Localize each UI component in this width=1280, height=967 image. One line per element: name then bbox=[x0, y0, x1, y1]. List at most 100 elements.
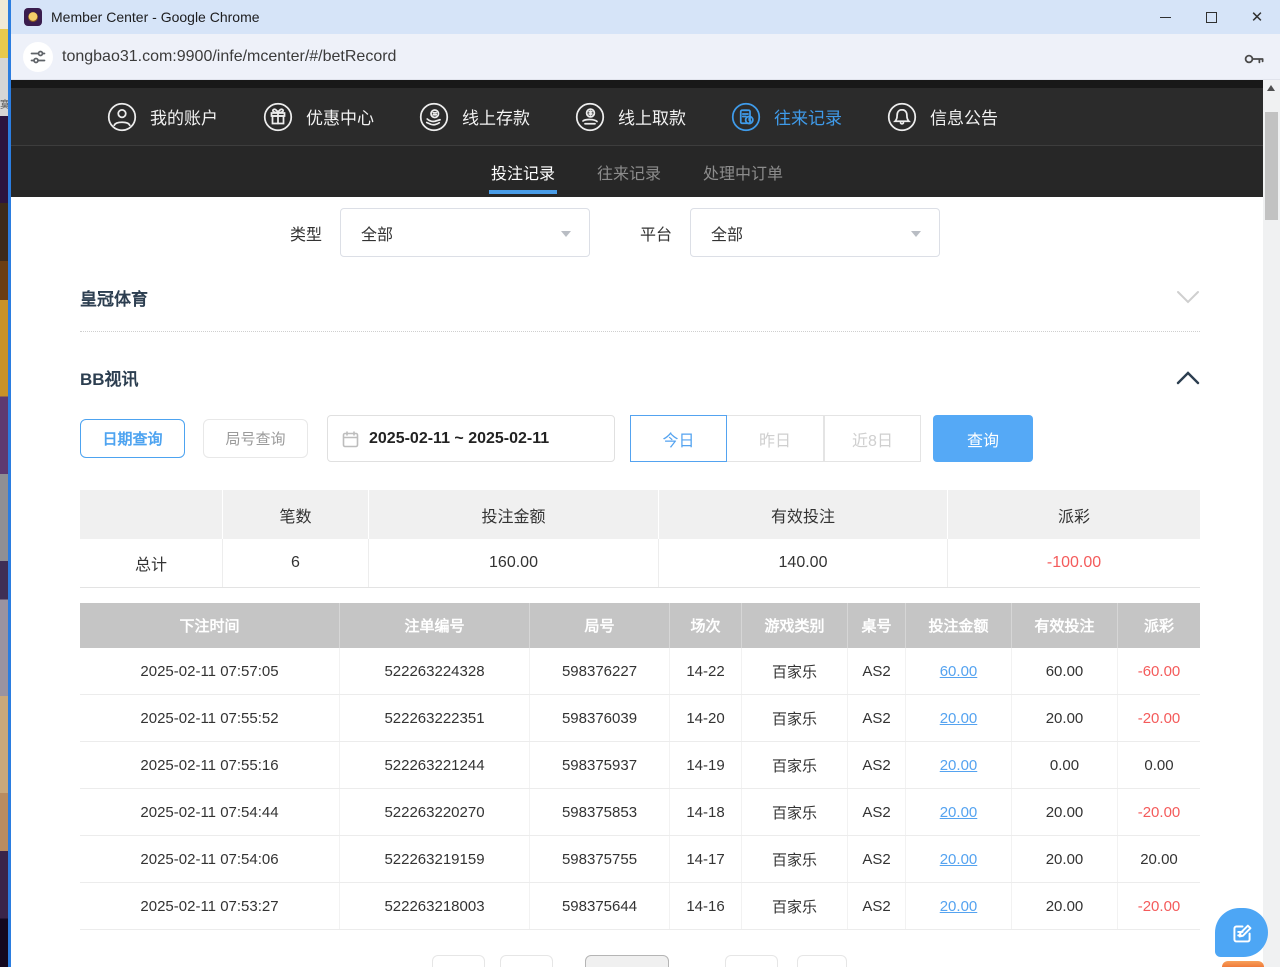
tab-bet-records[interactable]: 投注记录 bbox=[489, 146, 557, 198]
cell-game-type: 百家乐 bbox=[742, 836, 848, 882]
table-row: 2025-02-11 07:55:16 522263221244 5983759… bbox=[80, 742, 1200, 789]
site-settings-button[interactable] bbox=[23, 42, 53, 72]
bet-amount-link[interactable]: 20.00 bbox=[940, 757, 978, 774]
summary-header-cell: 派彩 bbox=[948, 490, 1200, 539]
cell-session: 14-20 bbox=[670, 695, 742, 741]
cell-bet-no: 522263220270 bbox=[340, 789, 530, 835]
cell-round-no: 598375755 bbox=[530, 836, 670, 882]
scroll-up-arrow-icon[interactable] bbox=[1267, 85, 1275, 91]
records-icon bbox=[730, 101, 762, 133]
table-header-row: 下注时间 注单编号 局号 场次 游戏类别 桌号 投注金额 有效投注 派彩 bbox=[80, 603, 1200, 648]
type-filter-label: 类型 bbox=[290, 221, 322, 245]
cell-round-no: 598376227 bbox=[530, 648, 670, 694]
calendar-icon bbox=[342, 430, 359, 448]
date-range-value: 2025-02-11 ~ 2025-02-11 bbox=[369, 430, 549, 448]
bet-amount-link[interactable]: 20.00 bbox=[940, 851, 978, 868]
tab-label: 投注记录 bbox=[491, 160, 555, 184]
content: 类型 全部 平台 全部 皇冠体育 bbox=[11, 197, 1263, 967]
main-nav: 我的账户 优惠中心 bbox=[11, 88, 1263, 145]
cell-session: 14-18 bbox=[670, 789, 742, 835]
url-text[interactable]: tongbao31.com:9900/infe/mcenter/#/betRec… bbox=[62, 48, 396, 66]
cell-game-type: 百家乐 bbox=[742, 883, 848, 929]
type-select[interactable]: 全部 bbox=[340, 208, 590, 257]
bet-amount-link[interactable]: 20.00 bbox=[940, 898, 978, 915]
scrollbar[interactable] bbox=[1263, 80, 1280, 967]
minimize-icon bbox=[1160, 17, 1171, 18]
page-top-strip bbox=[11, 80, 1263, 88]
round-query-button[interactable]: 局号查询 bbox=[203, 419, 308, 458]
header-cell: 注单编号 bbox=[340, 603, 530, 648]
tab-label: 往来记录 bbox=[597, 160, 661, 184]
cell-session: 14-19 bbox=[670, 742, 742, 788]
cell-bet-time: 2025-02-11 07:54:06 bbox=[80, 836, 340, 882]
close-button[interactable]: ✕ bbox=[1234, 0, 1280, 34]
maximize-icon bbox=[1206, 12, 1217, 23]
chevron-down-icon bbox=[911, 231, 921, 237]
cell-payout: -60.00 bbox=[1118, 648, 1200, 694]
nav-item-announcements[interactable]: 信息公告 bbox=[886, 101, 998, 133]
user-icon bbox=[106, 101, 138, 133]
promo-button-partial[interactable] bbox=[1222, 961, 1264, 967]
cell-valid-bet: 20.00 bbox=[1012, 836, 1118, 882]
header-cell: 下注时间 bbox=[80, 603, 340, 648]
cell-payout: -20.00 bbox=[1118, 695, 1200, 741]
bet-amount-link[interactable]: 20.00 bbox=[940, 710, 978, 727]
today-button[interactable]: 今日 bbox=[630, 415, 727, 462]
cell-bet-time: 2025-02-11 07:54:44 bbox=[80, 789, 340, 835]
header-cell: 游戏类别 bbox=[742, 603, 848, 648]
section-title: 皇冠体育 bbox=[80, 285, 148, 310]
scrollbar-thumb[interactable] bbox=[1265, 112, 1278, 220]
header-cell: 场次 bbox=[670, 603, 742, 648]
nav-item-records[interactable]: 往来记录 bbox=[730, 101, 842, 133]
cell-bet-time: 2025-02-11 07:57:05 bbox=[80, 648, 340, 694]
cell-table-no: AS2 bbox=[848, 648, 906, 694]
close-icon: ✕ bbox=[1251, 10, 1264, 25]
maximize-button[interactable] bbox=[1188, 0, 1234, 34]
platform-select[interactable]: 全部 bbox=[690, 208, 940, 257]
pagination-button[interactable] bbox=[797, 955, 847, 967]
tune-icon bbox=[29, 48, 47, 66]
password-key-icon[interactable] bbox=[1242, 46, 1266, 68]
pagination-button[interactable] bbox=[432, 955, 485, 967]
nav-item-promotions[interactable]: 优惠中心 bbox=[262, 101, 374, 133]
nav-item-label: 线上存款 bbox=[462, 104, 530, 129]
nav-item-my-account[interactable]: 我的账户 bbox=[106, 101, 218, 133]
last-8-days-button[interactable]: 近8日 bbox=[824, 415, 921, 462]
bet-amount-link[interactable]: 20.00 bbox=[940, 804, 978, 821]
chevron-down-icon bbox=[1176, 290, 1200, 305]
date-range-picker[interactable]: 2025-02-11 ~ 2025-02-11 bbox=[327, 415, 615, 462]
cell-valid-bet: 0.00 bbox=[1012, 742, 1118, 788]
tab-transaction-records[interactable]: 往来记录 bbox=[595, 146, 663, 198]
summary-total-row: 总计 6 160.00 140.00 -100.00 bbox=[80, 539, 1200, 588]
cell-game-type: 百家乐 bbox=[742, 695, 848, 741]
section-crown-sports[interactable]: 皇冠体育 bbox=[80, 283, 1200, 311]
feedback-button[interactable] bbox=[1215, 908, 1268, 957]
pagination-current-button[interactable] bbox=[585, 955, 669, 967]
nav-item-withdraw[interactable]: 线上取款 bbox=[574, 101, 686, 133]
pagination-button[interactable] bbox=[500, 955, 553, 967]
cell-bet-no: 522263222351 bbox=[340, 695, 530, 741]
date-query-button[interactable]: 日期查询 bbox=[80, 419, 185, 458]
summary-header-cell: 投注金额 bbox=[369, 490, 659, 539]
table-row: 2025-02-11 07:55:52 522263222351 5983760… bbox=[80, 695, 1200, 742]
yesterday-button[interactable]: 昨日 bbox=[727, 415, 824, 462]
minimize-button[interactable] bbox=[1142, 0, 1188, 34]
nav-item-deposit[interactable]: 线上存款 bbox=[418, 101, 530, 133]
cell-bet-time: 2025-02-11 07:53:27 bbox=[80, 883, 340, 929]
bet-amount-link[interactable]: 60.00 bbox=[940, 663, 978, 680]
tab-processing-orders[interactable]: 处理中订单 bbox=[701, 146, 785, 198]
background-window-strip: 寞 bbox=[0, 0, 8, 967]
url-bar: tongbao31.com:9900/infe/mcenter/#/betRec… bbox=[11, 34, 1280, 80]
section-bb-video[interactable]: BB视讯 bbox=[80, 363, 1200, 391]
window-title: Member Center - Google Chrome bbox=[51, 9, 260, 25]
search-button[interactable]: 查询 bbox=[933, 415, 1033, 462]
chrome-window: Member Center - Google Chrome ✕ tongbao3… bbox=[8, 0, 1280, 967]
bell-icon bbox=[886, 101, 918, 133]
cell-payout: -20.00 bbox=[1118, 883, 1200, 929]
pagination-button[interactable] bbox=[725, 955, 778, 967]
window-titlebar: Member Center - Google Chrome ✕ bbox=[11, 0, 1280, 34]
cell-round-no: 598375644 bbox=[530, 883, 670, 929]
tab-label: 处理中订单 bbox=[703, 160, 783, 184]
header-cell: 投注金额 bbox=[906, 603, 1012, 648]
summary-count: 6 bbox=[223, 539, 369, 587]
